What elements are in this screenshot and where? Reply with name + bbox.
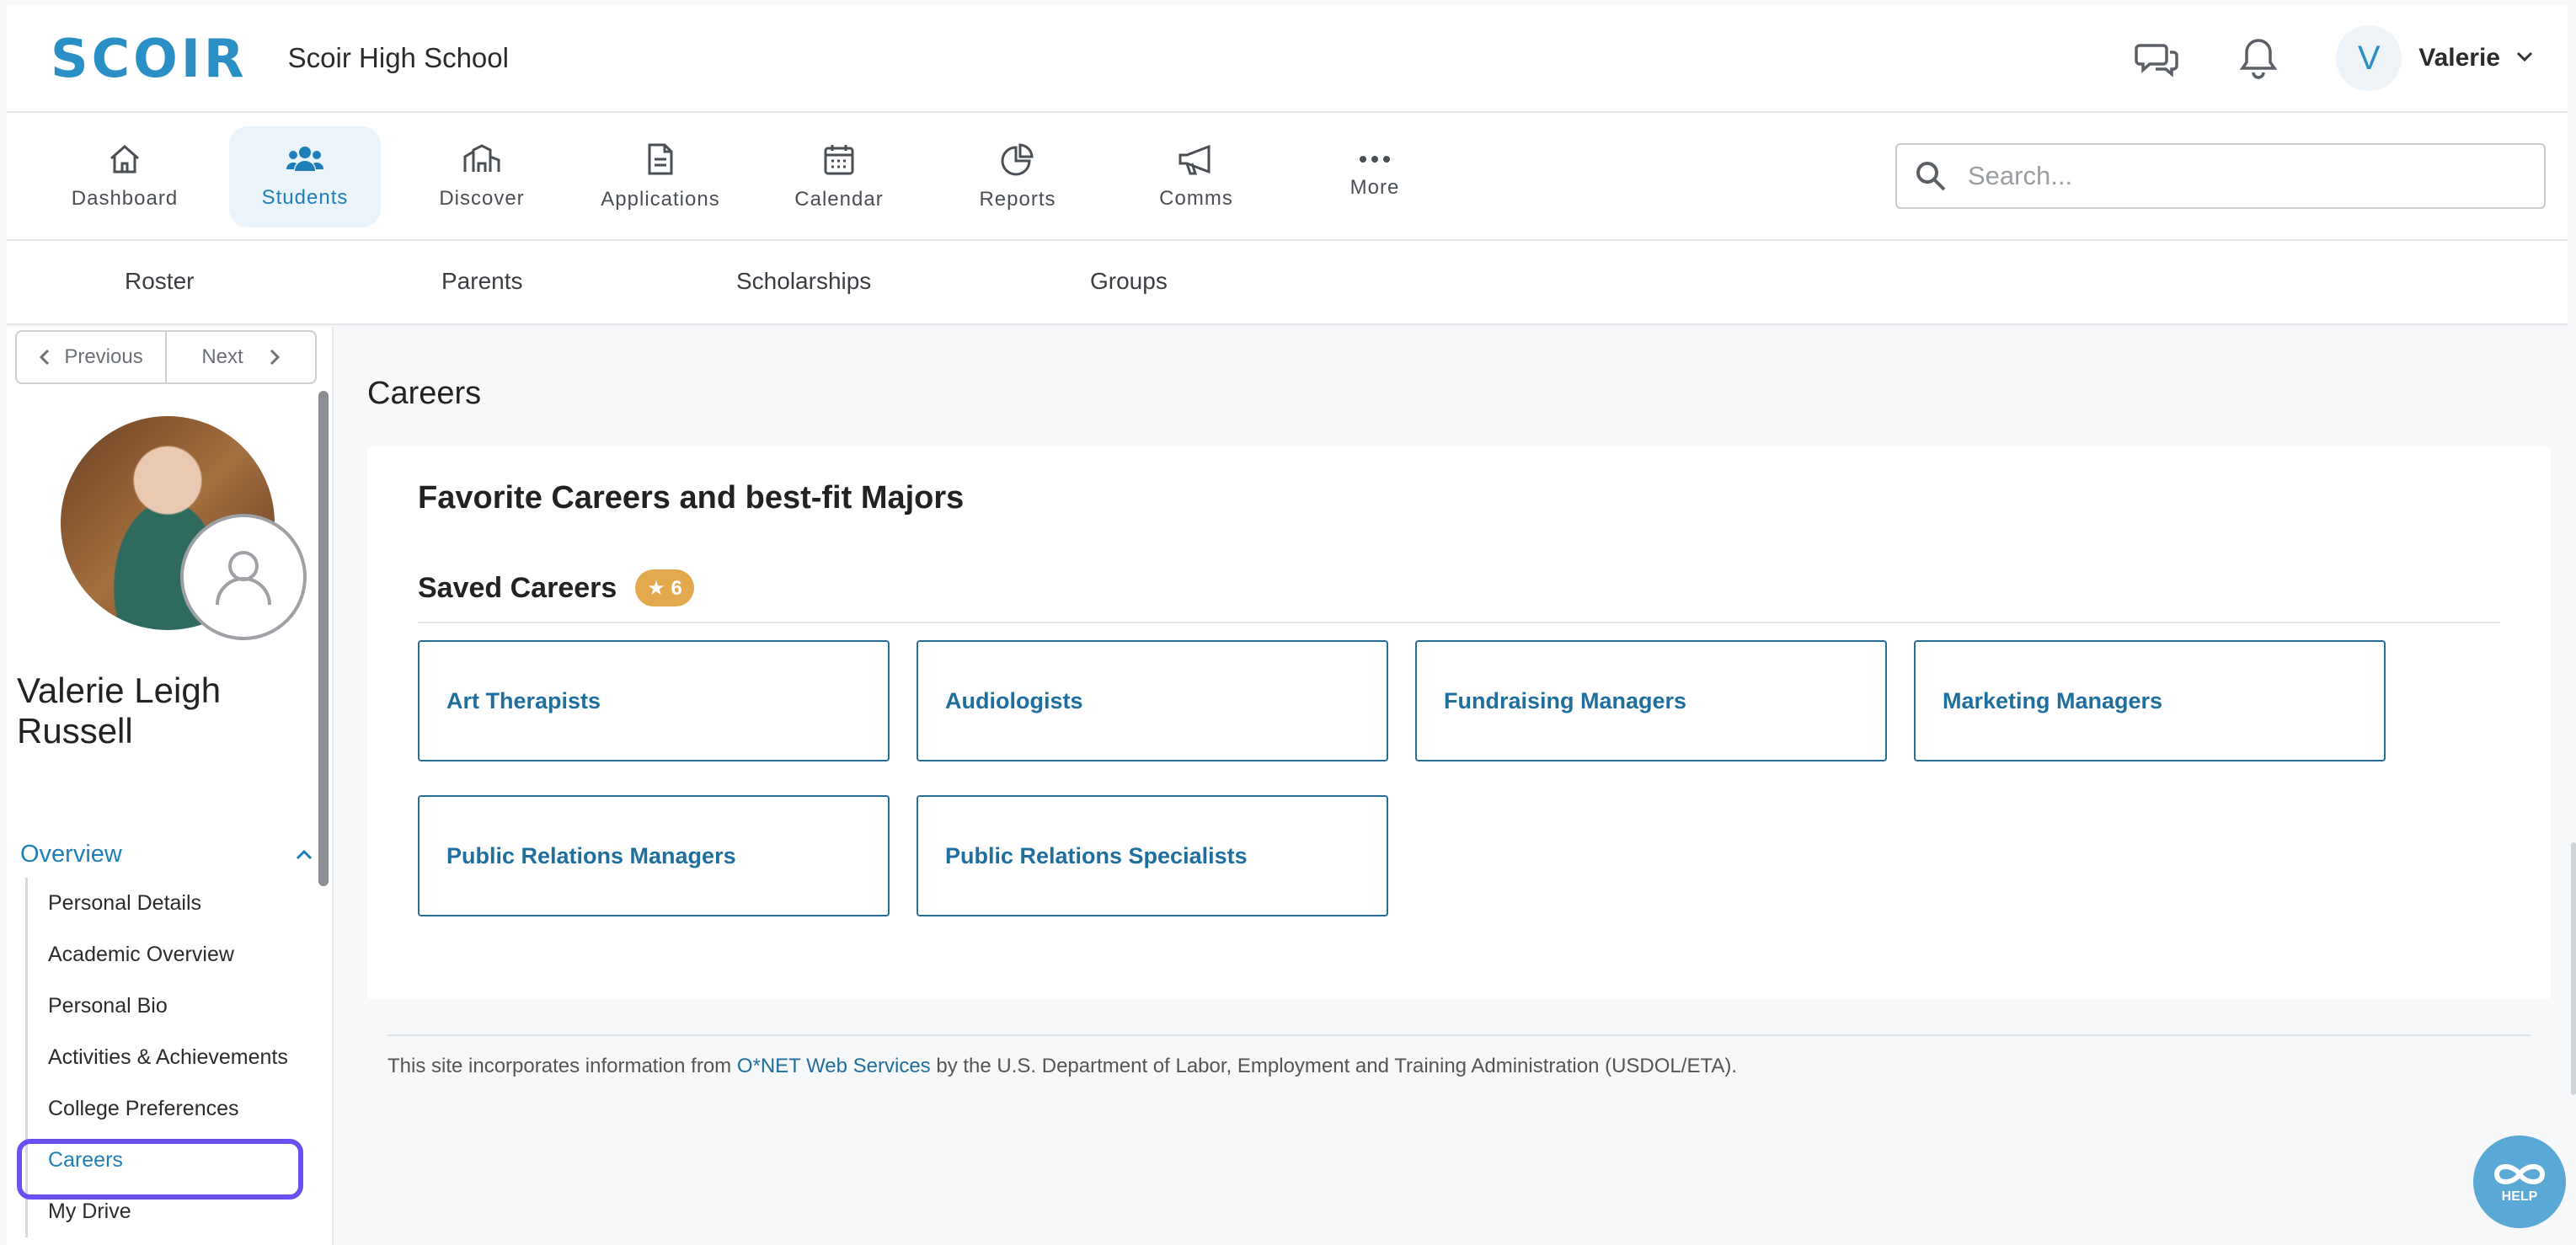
infinity-icon <box>2493 1164 2546 1184</box>
overview-section-toggle[interactable]: Overview <box>20 841 313 868</box>
nav-dashboard[interactable]: Dashboard <box>49 126 200 227</box>
help-button[interactable]: HELP <box>2473 1135 2566 1228</box>
search-icon <box>1916 162 1946 191</box>
student-pager: Previous Next <box>15 330 317 384</box>
nav-applications[interactable]: Applications <box>585 126 736 227</box>
divider <box>418 622 2500 623</box>
chevron-up-icon <box>296 849 313 859</box>
section-label: Overview <box>20 841 122 868</box>
overview-menu: Personal Details Academic Overview Perso… <box>25 878 312 1237</box>
next-button[interactable]: Next <box>165 332 315 382</box>
footer-attribution: This site incorporates information from … <box>387 1055 1737 1078</box>
subnav-groups[interactable]: Groups <box>1090 268 1168 295</box>
nav-label: Applications <box>601 188 720 211</box>
student-sidebar: Previous Next Valerie Leigh Russell Over… <box>7 327 334 1245</box>
pie-chart-icon <box>1001 143 1034 176</box>
messages-icon[interactable] <box>2132 33 2183 83</box>
search-input[interactable] <box>1968 161 2515 191</box>
users-icon <box>286 147 324 171</box>
subnav-scholarships[interactable]: Scholarships <box>736 268 871 295</box>
previous-label: Previous <box>64 345 143 368</box>
nav-calendar[interactable]: Calendar <box>763 126 915 227</box>
footer-divider <box>387 1034 2531 1036</box>
menu-personal-details[interactable]: Personal Details <box>28 878 312 929</box>
menu-college-preferences[interactable]: College Preferences <box>28 1083 312 1135</box>
nav-more[interactable]: More <box>1299 126 1451 227</box>
card-title: Favorite Careers and best-fit Majors <box>418 480 965 516</box>
footer-text-after: by the U.S. Department of Labor, Employm… <box>930 1055 1738 1077</box>
sub-nav: Roster Parents Scholarships Groups <box>7 241 2568 325</box>
home-icon <box>110 145 139 174</box>
nav-label: Students <box>261 186 349 209</box>
header-actions: V Valerie <box>2082 25 2534 91</box>
menu-activities-achievements[interactable]: Activities & Achievements <box>28 1032 312 1083</box>
user-avatar[interactable]: V <box>2336 25 2402 91</box>
menu-academic-overview[interactable]: Academic Overview <box>28 929 312 981</box>
nav-label: Dashboard <box>71 187 179 210</box>
next-label: Next <box>201 345 243 368</box>
onet-link[interactable]: O*NET Web Services <box>737 1055 931 1077</box>
nav-label: Comms <box>1159 187 1233 210</box>
page-scrollbar[interactable] <box>2571 842 2576 1095</box>
page-title: Careers <box>367 376 482 411</box>
document-icon <box>648 143 673 175</box>
career-card[interactable]: Public Relations Specialists <box>917 795 1388 916</box>
calendar-icon <box>824 145 854 175</box>
profile-placeholder-icon[interactable] <box>180 514 307 640</box>
chevron-right-icon <box>270 349 280 366</box>
student-name: Valerie Leigh Russell <box>17 671 222 751</box>
career-card[interactable]: Public Relations Managers <box>418 795 890 916</box>
school-name: Scoir High School <box>287 42 509 73</box>
career-card[interactable]: Art Therapists <box>418 640 890 761</box>
nav-label: Calendar <box>794 188 884 211</box>
nav-reports[interactable]: Reports <box>942 126 1093 227</box>
sidebar-scrollbar[interactable] <box>318 391 329 886</box>
user-name[interactable]: Valerie <box>2418 44 2500 72</box>
footer-text-before: This site incorporates information from <box>387 1055 737 1077</box>
chevron-down-icon[interactable] <box>2515 51 2534 67</box>
main-nav: Dashboard Students Discover Applications… <box>7 113 2568 241</box>
nav-label: More <box>1349 176 1400 199</box>
more-icon <box>1360 156 1390 163</box>
bell-icon[interactable] <box>2233 33 2284 83</box>
career-card[interactable]: Fundraising Managers <box>1415 640 1887 761</box>
nav-students[interactable]: Students <box>229 126 381 227</box>
saved-careers-label: Saved Careers <box>418 571 617 604</box>
menu-my-drive[interactable]: My Drive <box>28 1186 312 1237</box>
subnav-parents[interactable]: Parents <box>441 268 523 295</box>
careers-card: Favorite Careers and best-fit Majors Sav… <box>367 446 2551 999</box>
top-header: SCOIR Scoir High School V Valerie <box>7 5 2568 113</box>
menu-careers[interactable]: Careers <box>28 1135 312 1186</box>
nav-discover[interactable]: Discover <box>406 126 558 227</box>
subnav-roster[interactable]: Roster <box>125 268 194 295</box>
saved-careers-header: Saved Careers ★ 6 <box>418 569 694 606</box>
previous-button[interactable]: Previous <box>17 332 165 382</box>
nav-comms[interactable]: Comms <box>1120 126 1272 227</box>
scoir-logo[interactable]: SCOIR <box>51 28 248 89</box>
saved-count-badge: ★ 6 <box>635 569 694 606</box>
nav-label: Discover <box>439 187 525 210</box>
career-card[interactable]: Marketing Managers <box>1914 640 2386 761</box>
nav-label: Reports <box>979 188 1056 211</box>
megaphone-icon <box>1178 144 1211 175</box>
career-card[interactable]: Audiologists <box>917 640 1388 761</box>
search-box[interactable] <box>1895 143 2546 209</box>
buildings-icon <box>463 144 500 172</box>
chevron-left-icon <box>40 349 50 366</box>
help-label: HELP <box>2501 1189 2538 1204</box>
menu-personal-bio[interactable]: Personal Bio <box>28 981 312 1032</box>
